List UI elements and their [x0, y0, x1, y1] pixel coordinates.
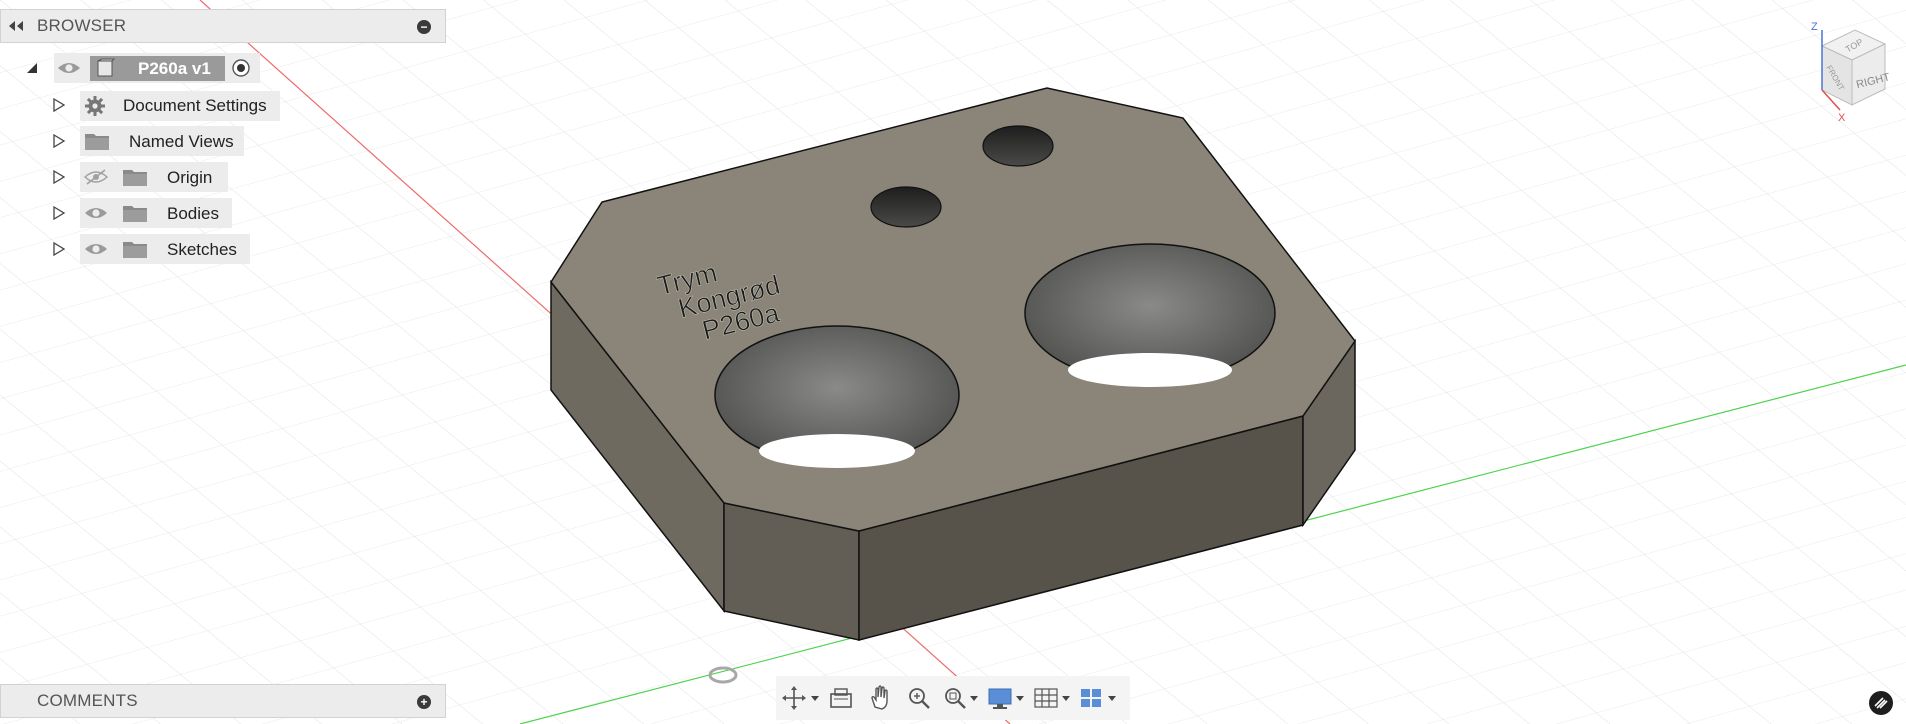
- comments-title: COMMENTS: [37, 691, 138, 710]
- document-settings-label[interactable]: Document Settings: [123, 96, 267, 116]
- orbit-icon[interactable]: [780, 684, 822, 712]
- origin-label[interactable]: Origin: [167, 168, 212, 188]
- folder-icon: [123, 170, 147, 186]
- browser-panel-header[interactable]: BROWSER −: [0, 9, 446, 43]
- collapse-panel-icon[interactable]: [7, 19, 25, 33]
- pan-icon[interactable]: [866, 684, 896, 712]
- eye-hidden-icon[interactable]: [84, 169, 108, 185]
- fit-icon[interactable]: [940, 684, 982, 712]
- gear-icon: [85, 96, 105, 116]
- small-hole-right: [982, 125, 1054, 167]
- 3d-viewport[interactable]: Trym Kongrød P260a TOP FRONT RIGHT Z X: [0, 0, 1906, 724]
- viewcube-x-label: X: [1838, 112, 1846, 124]
- expand-sketches-icon[interactable]: [52, 242, 66, 256]
- activate-radio-icon[interactable]: [231, 58, 251, 78]
- zoom-icon[interactable]: [904, 684, 934, 712]
- folder-icon: [123, 206, 147, 222]
- expand-document-settings-icon[interactable]: [52, 98, 66, 112]
- eye-icon[interactable]: [84, 241, 108, 257]
- expand-named-views-icon[interactable]: [52, 134, 66, 148]
- viewcube-z-label: Z: [1811, 21, 1818, 33]
- named-views-label[interactable]: Named Views: [129, 132, 234, 152]
- display-settings-icon[interactable]: [986, 684, 1028, 712]
- component-icon: [97, 58, 116, 77]
- sketches-label[interactable]: Sketches: [167, 240, 237, 260]
- browser-collapse-button[interactable]: −: [417, 20, 431, 34]
- expand-bodies-icon[interactable]: [52, 206, 66, 220]
- bodies-label[interactable]: Bodies: [167, 204, 219, 224]
- expand-origin-icon[interactable]: [52, 170, 66, 184]
- folder-icon: [85, 134, 109, 150]
- comments-panel-header[interactable]: COMMENTS +: [0, 684, 446, 718]
- look-at-icon[interactable]: [826, 684, 856, 712]
- root-expanded-icon[interactable]: [26, 62, 38, 74]
- viewports-icon[interactable]: [1078, 684, 1120, 712]
- navigation-toolbar: [776, 676, 1130, 720]
- folder-icon: [123, 242, 147, 258]
- notification-badge-icon[interactable]: [1868, 690, 1894, 716]
- eye-icon[interactable]: [84, 205, 108, 221]
- small-hole-left: [870, 186, 942, 228]
- browser-title: BROWSER: [37, 16, 127, 35]
- eye-icon[interactable]: [57, 60, 81, 76]
- root-component-label[interactable]: P260a v1: [138, 59, 211, 79]
- grid-settings-icon[interactable]: [1032, 684, 1074, 712]
- comments-expand-button[interactable]: +: [417, 695, 431, 709]
